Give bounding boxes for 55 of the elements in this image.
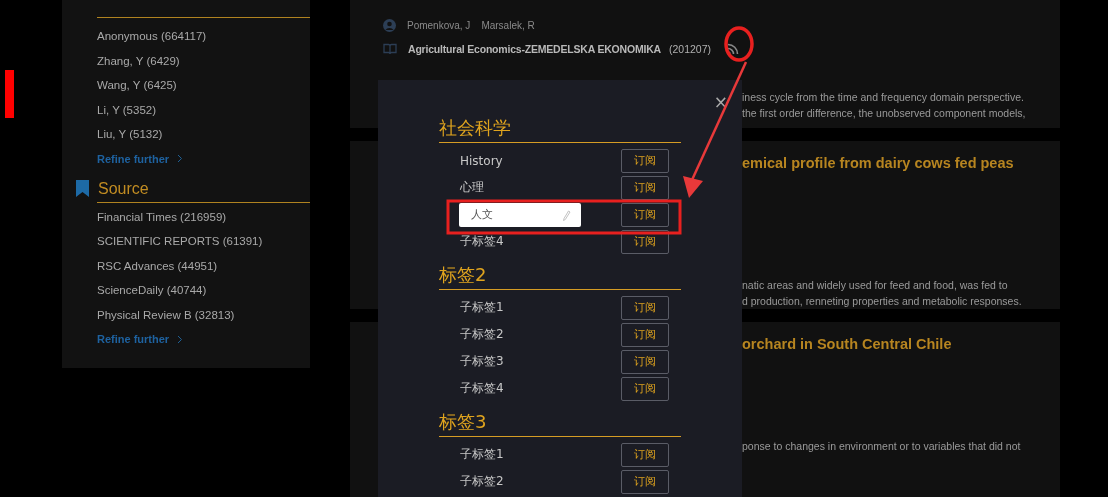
user-icon [383,19,396,32]
journal-name[interactable]: Agricultural Economics-ZEMEDELSKA EKONOMIKA [408,42,661,55]
category-heading: 标签2 [439,263,681,290]
abstract-text: ponse to changes in environment or to variables that did not [742,438,1022,454]
tag-label: History [460,153,503,168]
subscribe-button[interactable]: 订阅 [621,322,669,347]
facet-item[interactable]: Liu, Y (5132) [97,122,310,147]
subscribe-button[interactable]: 订阅 [621,202,669,227]
facet-item[interactable]: Zhang, Y (6429) [97,48,310,73]
facet-item[interactable]: Anonymous (664117) [97,24,310,49]
chevron-icon [177,154,184,163]
author-name[interactable]: Marsalek, R [481,20,535,31]
subscribe-button[interactable]: 订阅 [621,349,669,374]
subscribe-button[interactable]: 订阅 [621,442,669,467]
category-heading: 社会科学 [439,116,681,143]
abstract-text: natic areas and widely used for feed and food, was fed to [742,277,1009,293]
tag-label: 子标签2 [460,326,504,343]
author-name[interactable]: Pomenkova, J [407,20,471,31]
facet-item[interactable]: RSC Advances (44951) [97,253,310,278]
facet-item[interactable]: SCIENTIFIC REPORTS (61391) [97,229,310,254]
subscribe-button[interactable]: 订阅 [621,175,669,200]
pencil-icon [562,209,571,221]
tag-input-field[interactable]: 人文 [459,202,581,227]
abstract-text: iness cycle from the time and frequency domain perspective. [742,90,1025,105]
abstract-text: d production, renneting properties and metabolic responses. [742,293,1023,309]
facet-item[interactable]: Li, Y (5352) [97,97,310,122]
publication-date: (201207) [668,42,711,55]
edge-marker [5,70,14,118]
facet-item[interactable]: Financial Times (216959) [97,204,310,229]
facet-item[interactable]: Physical Review B (32813) [97,302,310,327]
result-title[interactable]: orchard in South Central Chile [742,335,1060,352]
rss-icon[interactable] [726,41,740,56]
section-title: Source [98,179,149,198]
tag-label: 心理 [460,179,484,196]
subscribe-button[interactable]: 订阅 [621,376,669,401]
tag-label: 子标签1 [460,299,504,316]
facet-item[interactable]: ScienceDaily (40744) [97,278,310,303]
subscribe-button[interactable]: 订阅 [621,295,669,320]
tag-label: 子标签1 [460,446,504,463]
category-heading: 标签3 [439,410,681,437]
result-title[interactable]: emical profile from dairy cows fed peas [742,154,1060,171]
close-button[interactable]: × [713,92,728,112]
subscribe-button[interactable]: 订阅 [621,148,669,173]
abstract-text: the first order difference, the unobserved component models, [742,106,1027,121]
book-icon [383,42,397,55]
subscribe-button[interactable]: 订阅 [621,229,669,254]
tag-label: 子标签3 [460,353,504,370]
facet-item[interactable]: Wang, Y (6425) [97,73,310,98]
subscribe-button[interactable]: 订阅 [621,469,669,494]
chevron-icon [177,334,184,344]
tag-label: 子标签4 [460,233,504,250]
tag-label: 子标签2 [460,473,504,490]
annotation-circle [724,26,754,62]
tag-label: 子标签4 [460,380,504,397]
bookmark-icon [76,180,89,197]
